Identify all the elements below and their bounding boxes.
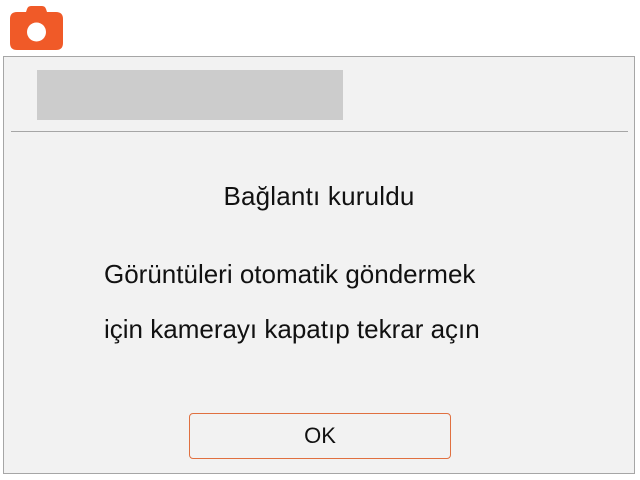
header-placeholder xyxy=(37,70,343,120)
camera-icon xyxy=(10,6,63,50)
dialog-message-line-1: Görüntüleri otomatik göndermek xyxy=(104,259,476,289)
dialog-title: Bağlantı kuruldu xyxy=(223,181,415,211)
dialog-message-line-2: için kamerayı kapatıp tekrar açın xyxy=(104,314,480,344)
ok-button[interactable]: OK xyxy=(189,413,451,459)
header-divider xyxy=(11,131,628,132)
app-camera-icon xyxy=(9,5,64,51)
connection-dialog: Bağlantı kuruldu Görüntüleri otomatik gö… xyxy=(3,56,635,474)
